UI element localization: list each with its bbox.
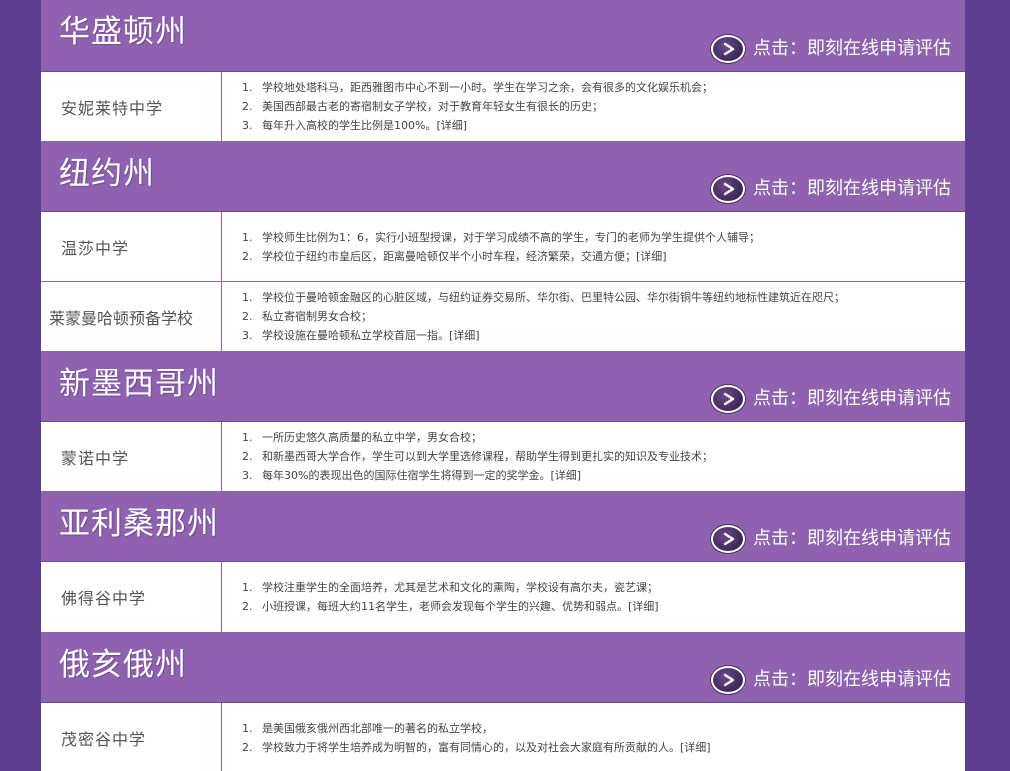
apply-text: 点击：即刻在线申请评估 — [753, 388, 951, 409]
school-name[interactable]: 茂密谷中学 — [41, 703, 222, 771]
state-header-new-york: 纽约州 点击：即刻在线申请评估 — [41, 142, 965, 212]
state-header-arizona: 亚利桑那州 点击：即刻在线申请评估 — [41, 492, 965, 562]
state-name: 纽约州 — [59, 156, 155, 192]
school-name[interactable]: 莱蒙曼哈顿预备学校 — [41, 282, 222, 351]
school-row: 莱蒙曼哈顿预备学校 1. 学校位于曼哈顿金融区的心脏区域，与纽约证券交易所、华尔街… — [41, 282, 965, 352]
list-item: 2. 学校致力于将学生培养成为明智的，富有同情心的，以及对社会大家庭有所贡献的人。… — [242, 740, 711, 754]
apply-assessment-link[interactable]: 点击：即刻在线申请评估 — [711, 175, 951, 203]
detail-link[interactable]: [详细] — [680, 741, 711, 754]
apply-text: 点击：即刻在线申请评估 — [753, 528, 951, 549]
school-description: 1. 学校地处塔科马，距西雅图市中心不到一小时。学生在学习之余，会有很多的文化娱乐… — [222, 72, 965, 141]
list-item: 1. 学校注重学生的全面培养，尤其是艺术和文化的熏陶，学校设有高尔夫，瓷艺课； — [242, 581, 658, 594]
state-header-ohio: 俄亥俄州 点击：即刻在线申请评估 — [41, 633, 965, 703]
detail-link[interactable]: [详细] — [436, 119, 467, 132]
school-description: 1. 一所历史悠久高质量的私立中学，男女合校； 2. 和新墨西哥大学合作，学生可以到… — [222, 422, 965, 491]
list-item: 1. 是美国俄亥俄州西北部唯一的著名的私立学校， — [242, 721, 493, 735]
list-item: 3. 每年30%的表现出色的国际住宿学生将得到一定的奖学金。[详细] — [242, 469, 582, 482]
arrow-right-circle-icon — [711, 525, 745, 553]
school-row: 蒙诺中学 1. 一所历史悠久高质量的私立中学，男女合校； 2. 和新墨西哥大学合作，… — [41, 422, 965, 492]
school-description: 1. 学校师生比例为1：6，实行小班型授课，对于学习成绩不高的学生，专门的老师为学… — [222, 212, 965, 281]
school-row: 佛得谷中学 1. 学校注重学生的全面培养，尤其是艺术和文化的熏陶，学校设有高尔夫，… — [41, 562, 965, 633]
apply-assessment-link[interactable]: 点击：即刻在线申请评估 — [711, 385, 951, 413]
list-item: 1. 学校师生比例为1：6，实行小班型授课，对于学习成绩不高的学生，专门的老师为学… — [242, 230, 760, 244]
school-row: 安妮莱特中学 1. 学校地处塔科马，距西雅图市中心不到一小时。学生在学习之余，会有… — [41, 72, 965, 142]
detail-link[interactable]: [详细] — [449, 329, 480, 342]
state-name: 亚利桑那州 — [59, 506, 219, 542]
school-row: 温莎中学 1. 学校师生比例为1：6，实行小班型授课，对于学习成绩不高的学生，专门… — [41, 212, 965, 282]
school-name[interactable]: 温莎中学 — [41, 212, 222, 281]
state-name: 华盛顿州 — [59, 14, 187, 50]
list-item: 1. 学校位于曼哈顿金融区的心脏区域，与纽约证券交易所、华尔街、巴里特公园、华尔街… — [242, 291, 845, 304]
list-item: 2. 小班授课，每班大约11名学生，老师会发现每个学生的兴趣、优势和弱点。[详细] — [242, 600, 659, 613]
state-name: 新墨西哥州 — [59, 366, 219, 402]
arrow-right-circle-icon — [711, 35, 745, 63]
school-row: 茂密谷中学 1. 是美国俄亥俄州西北部唯一的著名的私立学校， 2. 学校致力于将学生… — [41, 703, 965, 771]
list-item: 3. 每年升入高校的学生比例是100%。[详细] — [242, 119, 468, 132]
apply-text: 点击：即刻在线申请评估 — [753, 38, 951, 59]
list-item: 2. 和新墨西哥大学合作，学生可以到大学里选修课程，帮助学生得到更扎实的知识及专业… — [242, 450, 713, 463]
school-name[interactable]: 蒙诺中学 — [41, 422, 222, 491]
apply-assessment-link[interactable]: 点击：即刻在线申请评估 — [711, 525, 951, 553]
list-item: 2. 美国西部最古老的寄宿制女子学校，对于教育年轻女生有很长的历史； — [242, 100, 603, 113]
list-item: 1. 一所历史悠久高质量的私立中学，男女合校； — [242, 431, 482, 444]
state-header-washington: 华盛顿州 点击：即刻在线申请评估 — [41, 0, 965, 72]
apply-text: 点击：即刻在线申请评估 — [753, 669, 951, 690]
list-item: 2. 私立寄宿制男女合校； — [242, 310, 372, 323]
state-header-new-mexico: 新墨西哥州 点击：即刻在线申请评估 — [41, 352, 965, 422]
list-item: 3. 学校设施在曼哈顿私立学校首屈一指。[详细] — [242, 329, 480, 342]
detail-link[interactable]: [详细] — [550, 469, 581, 482]
apply-assessment-link[interactable]: 点击：即刻在线申请评估 — [711, 35, 951, 63]
list-item: 1. 学校地处塔科马，距西雅图市中心不到一小时。学生在学习之余，会有很多的文化娱乐… — [242, 81, 713, 94]
school-list-panel: 华盛顿州 点击：即刻在线申请评估 安妮莱特中学 1. 学校地处塔科马，距西雅图市中… — [41, 0, 965, 771]
detail-link[interactable]: [详细] — [628, 600, 659, 613]
state-name: 俄亥俄州 — [59, 647, 187, 683]
school-name[interactable]: 安妮莱特中学 — [41, 72, 222, 141]
school-description: 1. 是美国俄亥俄州西北部唯一的著名的私立学校， 2. 学校致力于将学生培养成为明智… — [222, 703, 965, 771]
apply-text: 点击：即刻在线申请评估 — [753, 178, 951, 199]
arrow-right-circle-icon — [711, 385, 745, 413]
school-description: 1. 学校位于曼哈顿金融区的心脏区域，与纽约证券交易所、华尔街、巴里特公园、华尔街… — [222, 282, 965, 351]
apply-assessment-link[interactable]: 点击：即刻在线申请评估 — [711, 666, 951, 694]
school-name[interactable]: 佛得谷中学 — [41, 562, 222, 632]
arrow-right-circle-icon — [711, 666, 745, 694]
list-item: 2. 学校位于纽约市皇后区，距离曼哈顿仅半个小时车程，经济繁荣，交通方便；[详细] — [242, 249, 667, 263]
arrow-right-circle-icon — [711, 175, 745, 203]
school-description: 1. 学校注重学生的全面培养，尤其是艺术和文化的熏陶，学校设有高尔夫，瓷艺课； 2… — [222, 562, 965, 632]
detail-link[interactable]: [详细] — [636, 250, 667, 263]
